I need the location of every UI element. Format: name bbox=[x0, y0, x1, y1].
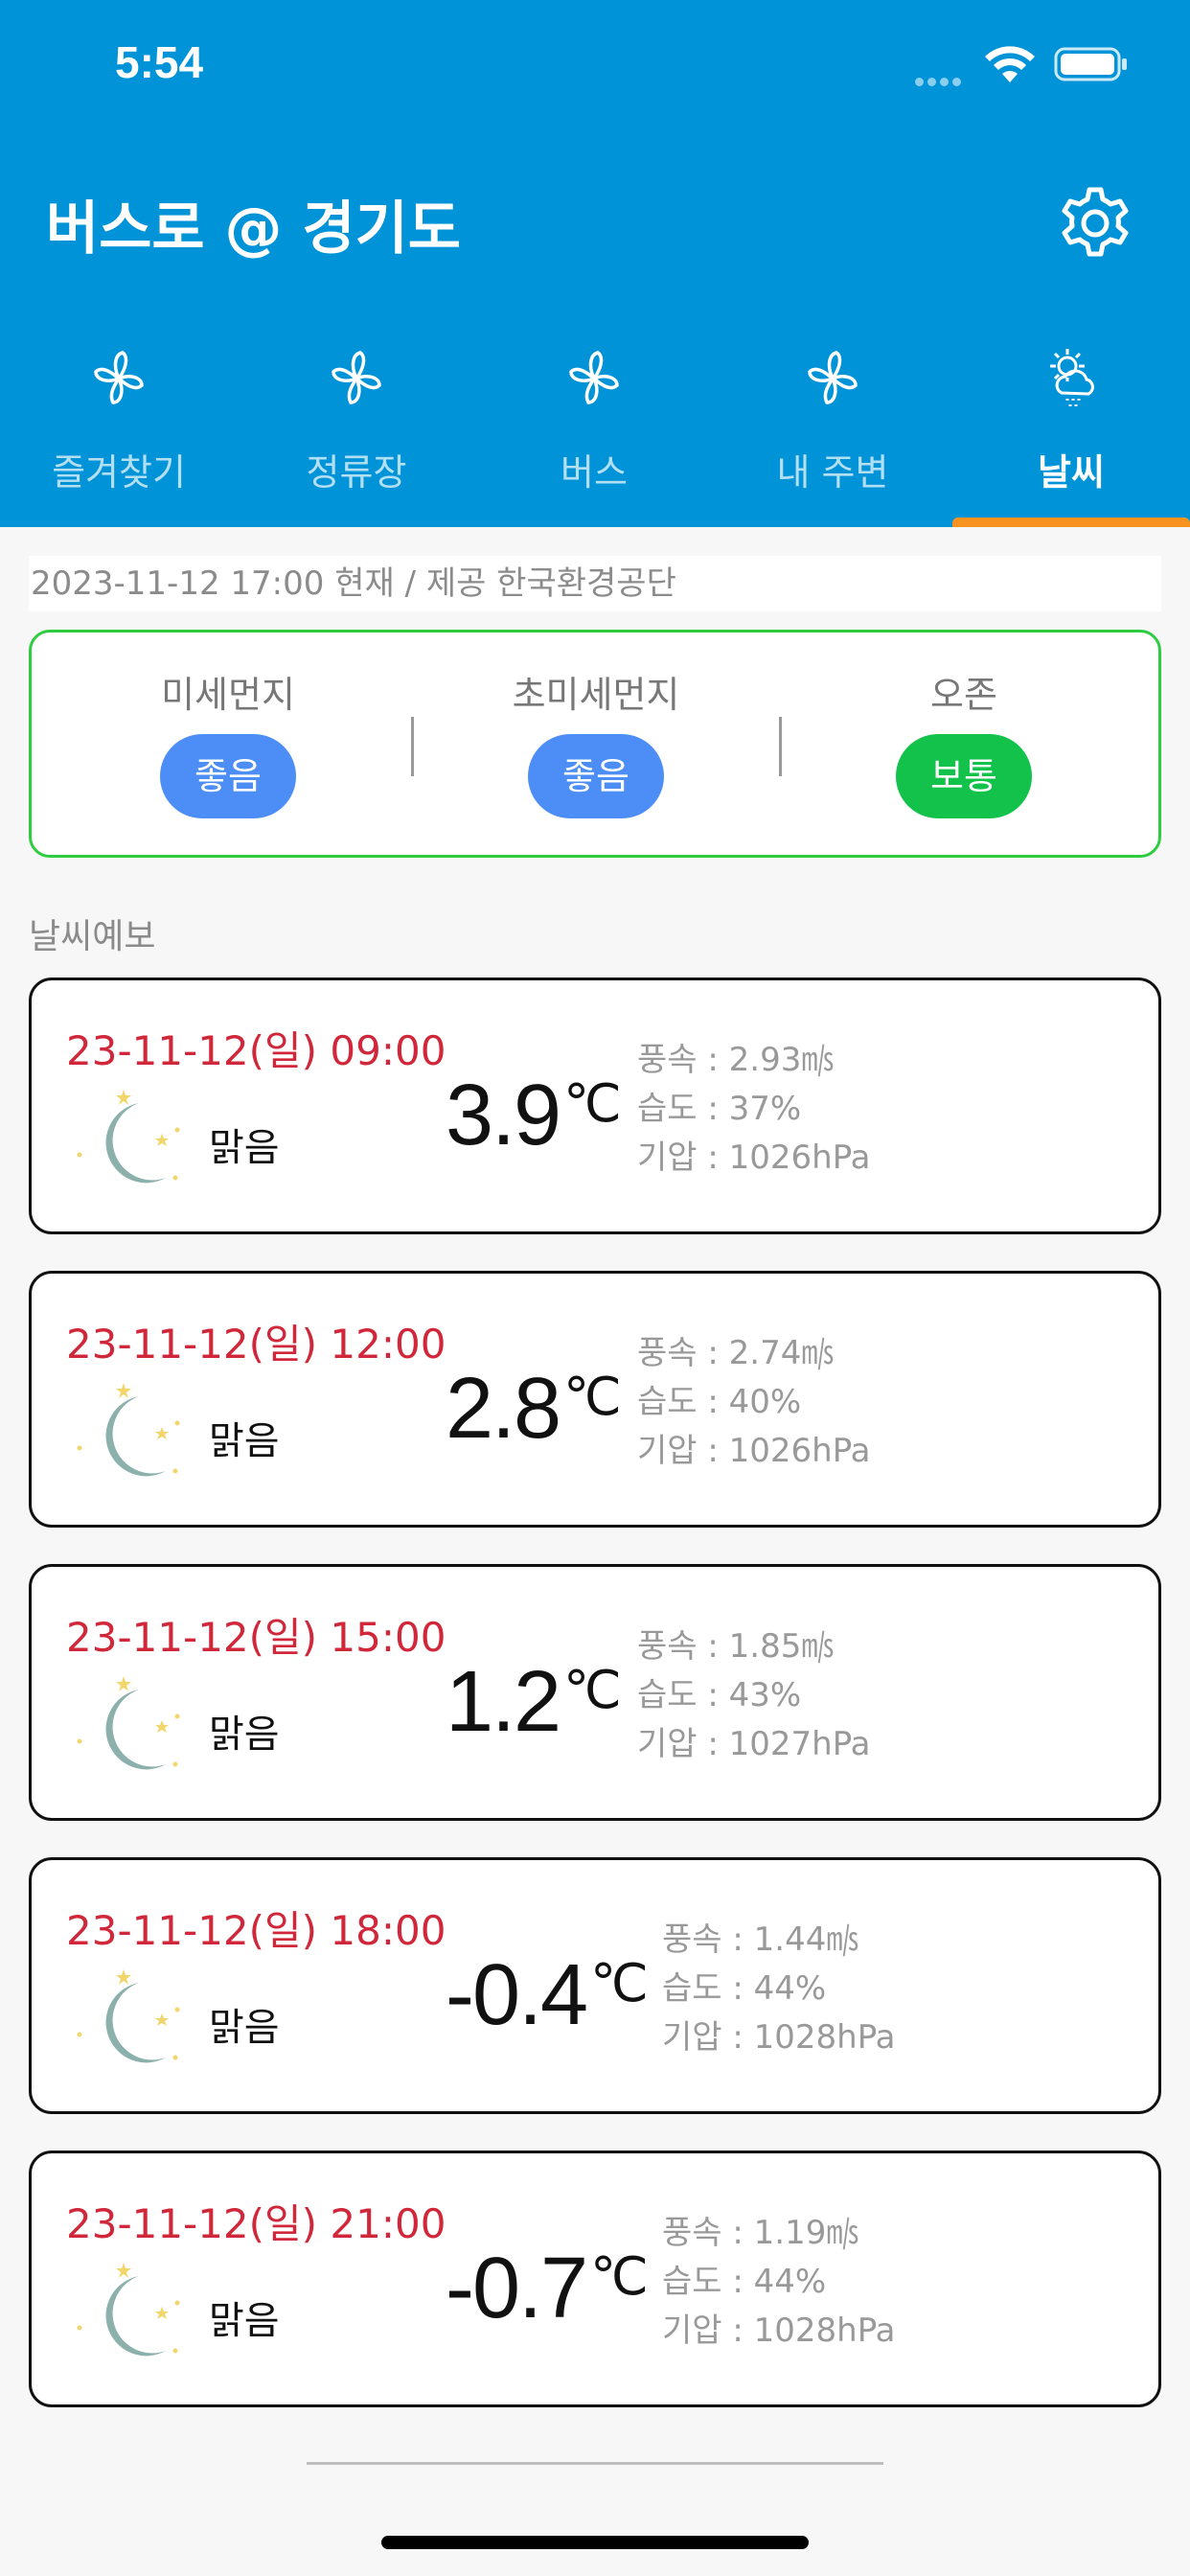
signal-dots-icon bbox=[915, 72, 968, 86]
forecast-card: 23-11-12(일) 21:00 맑음 -0.7℃ 풍속 : 1.19㎧ 습도… bbox=[29, 2150, 1161, 2407]
wind-speed: 풍속 : 2.74㎧ bbox=[637, 1334, 835, 1372]
temperature-unit: ℃ bbox=[563, 1662, 622, 1719]
temperature-value: 3.9 bbox=[446, 1068, 561, 1163]
pressure: 기압 : 1028hPa bbox=[662, 2018, 896, 2057]
weather-condition: 맑음 bbox=[209, 2299, 280, 2343]
forecast-date: 23-11-12(일) 12:00 bbox=[66, 1321, 446, 1368]
forecast-card: 23-11-12(일) 12:00 맑음 2.8℃ 풍속 : 2.74㎧ 습도 … bbox=[29, 1271, 1161, 1528]
pressure: 기압 : 1027hPa bbox=[637, 1725, 871, 1763]
air-item-ozone: 오존 보통 bbox=[820, 671, 1108, 818]
temperature-unit: ℃ bbox=[590, 1955, 649, 2012]
temperature-unit: ℃ bbox=[563, 1075, 622, 1133]
divider bbox=[411, 717, 414, 776]
tab-nearby[interactable]: 내 주변 bbox=[714, 335, 951, 527]
tab-bus[interactable]: 버스 bbox=[475, 335, 713, 527]
moon-stars-icon bbox=[77, 1969, 180, 2063]
weather-details: 풍속 : 1.19㎧ 습도 : 44% 기압 : 1028hPa bbox=[662, 2209, 896, 2356]
forecast-title: 날씨예보 bbox=[29, 917, 156, 956]
weather-condition: 맑음 bbox=[209, 1419, 280, 1463]
weather-cloud-sun-icon bbox=[1050, 349, 1094, 407]
humidity: 습도 : 43% bbox=[637, 1676, 802, 1714]
weather-details: 풍속 : 2.74㎧ 습도 : 40% 기압 : 1026hPa bbox=[637, 1329, 871, 1476]
tab-label: 날씨 bbox=[1038, 451, 1105, 494]
humidity: 습도 : 40% bbox=[637, 1383, 802, 1421]
tab-stops[interactable]: 정류장 bbox=[238, 335, 475, 527]
temperature-value: 2.8 bbox=[446, 1361, 561, 1457]
weather-condition: 맑음 bbox=[209, 2006, 280, 2050]
weather-condition: 맑음 bbox=[209, 1713, 280, 1757]
temperature-unit: ℃ bbox=[590, 2248, 649, 2306]
forecast-date: 23-11-12(일) 15:00 bbox=[66, 1614, 446, 1661]
weather-details: 풍속 : 1.85㎧ 습도 : 43% 기압 : 1027hPa bbox=[637, 1622, 871, 1769]
divider bbox=[779, 717, 782, 776]
moon-stars-icon bbox=[77, 1090, 180, 1184]
tab-label: 버스 bbox=[561, 451, 628, 494]
gear-icon[interactable] bbox=[1054, 182, 1136, 264]
air-item-pm10: 미세먼지 좋음 bbox=[84, 671, 372, 818]
tab-label: 즐겨찾기 bbox=[52, 451, 186, 494]
weather-details: 풍속 : 2.93㎧ 습도 : 37% 기압 : 1026hPa bbox=[637, 1036, 871, 1183]
home-indicator[interactable] bbox=[381, 2536, 809, 2549]
wind-speed: 풍속 : 1.19㎧ bbox=[662, 2214, 859, 2252]
tab-label: 내 주변 bbox=[776, 451, 889, 494]
air-label: 초미세먼지 bbox=[512, 674, 680, 716]
temperature: -0.7℃ bbox=[446, 2240, 649, 2338]
forecast-date: 23-11-12(일) 09:00 bbox=[66, 1027, 446, 1074]
moon-stars-icon bbox=[77, 1676, 180, 1770]
tab-favorites[interactable]: 즐겨찾기 bbox=[0, 335, 238, 527]
air-quality-panel: 미세먼지 좋음 초미세먼지 좋음 오존 보통 bbox=[29, 630, 1161, 858]
humidity: 습도 : 37% bbox=[637, 1090, 802, 1128]
battery-icon bbox=[1054, 47, 1127, 81]
wind-speed: 풍속 : 2.93㎧ bbox=[637, 1041, 835, 1079]
air-quality-timestamp: 2023-11-12 17:00 현재 / 제공 한국환경공단 bbox=[29, 556, 1161, 611]
tab-weather[interactable]: 날씨 bbox=[952, 335, 1190, 527]
temperature: 2.8℃ bbox=[446, 1360, 622, 1459]
moon-stars-icon bbox=[77, 1383, 180, 1477]
temperature: 3.9℃ bbox=[446, 1067, 622, 1165]
air-status-badge: 좋음 bbox=[528, 734, 664, 818]
wifi-icon bbox=[985, 46, 1035, 82]
forecast-date: 23-11-12(일) 21:00 bbox=[66, 2200, 446, 2247]
humidity: 습도 : 44% bbox=[662, 1969, 827, 2008]
status-time: 5:54 bbox=[115, 37, 204, 87]
humidity: 습도 : 44% bbox=[662, 2263, 827, 2301]
pinwheel-icon bbox=[808, 351, 858, 404]
wind-speed: 풍속 : 1.85㎧ bbox=[637, 1627, 835, 1666]
air-status-badge: 좋음 bbox=[160, 734, 296, 818]
active-tab-indicator bbox=[952, 518, 1190, 527]
air-label: 미세먼지 bbox=[161, 674, 295, 716]
app-header: 5:54 버스로 @ 경기도 즐겨찾기 정류장 버스 내 주변 날씨 bbox=[0, 0, 1190, 527]
forecast-card: 23-11-12(일) 18:00 맑음 -0.4℃ 풍속 : 1.44㎧ 습도… bbox=[29, 1857, 1161, 2114]
tab-bar: 즐겨찾기 정류장 버스 내 주변 날씨 bbox=[0, 335, 1190, 527]
temperature-value: -0.4 bbox=[446, 1947, 588, 2043]
pressure: 기압 : 1026hPa bbox=[637, 1138, 871, 1177]
list-end-divider bbox=[307, 2462, 883, 2465]
pinwheel-icon bbox=[332, 351, 381, 404]
weather-condition: 맑음 bbox=[209, 1126, 280, 1170]
pinwheel-icon bbox=[94, 351, 144, 404]
pressure: 기압 : 1028hPa bbox=[662, 2312, 896, 2350]
air-status-badge: 보통 bbox=[896, 734, 1032, 818]
temperature-unit: ℃ bbox=[563, 1368, 622, 1426]
forecast-date: 23-11-12(일) 18:00 bbox=[66, 1907, 446, 1954]
temperature-value: 1.2 bbox=[446, 1654, 561, 1750]
forecast-card: 23-11-12(일) 09:00 맑음 3.9℃ 풍속 : 2.93㎧ 습도 … bbox=[29, 978, 1161, 1234]
temperature: -0.4℃ bbox=[446, 1946, 649, 2045]
moon-stars-icon bbox=[77, 2263, 180, 2357]
app-title: 버스로 @ 경기도 bbox=[46, 196, 461, 263]
weather-details: 풍속 : 1.44㎧ 습도 : 44% 기압 : 1028hPa bbox=[662, 1916, 896, 2062]
forecast-card: 23-11-12(일) 15:00 맑음 1.2℃ 풍속 : 1.85㎧ 습도 … bbox=[29, 1564, 1161, 1821]
air-label: 오존 bbox=[930, 674, 997, 716]
temperature-value: -0.7 bbox=[446, 2241, 588, 2336]
tab-label: 정류장 bbox=[306, 451, 407, 494]
pressure: 기압 : 1026hPa bbox=[637, 1432, 871, 1470]
air-item-pm25: 초미세먼지 좋음 bbox=[452, 671, 740, 818]
wind-speed: 풍속 : 1.44㎧ bbox=[662, 1920, 859, 1959]
pinwheel-icon bbox=[569, 351, 619, 404]
temperature: 1.2℃ bbox=[446, 1653, 622, 1752]
